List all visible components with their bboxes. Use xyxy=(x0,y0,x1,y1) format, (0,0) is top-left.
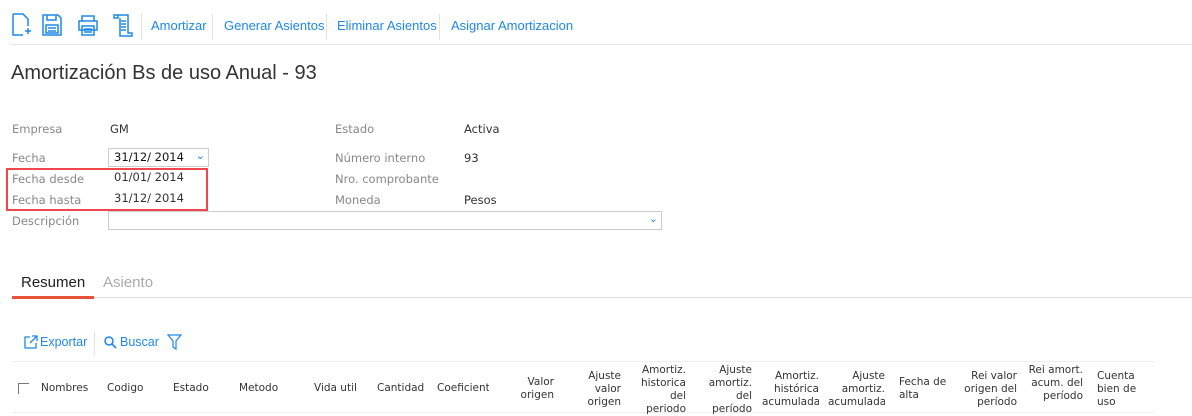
print-icon[interactable] xyxy=(77,13,99,37)
export-label: Exportar xyxy=(40,335,88,349)
asignar-amortizacion-button[interactable]: Asignar Amortizacion xyxy=(451,18,573,33)
amortizar-button[interactable]: Amortizar xyxy=(151,18,207,33)
fecha-hasta-label: Fecha hasta xyxy=(12,193,82,207)
fecha-value: 31/12/ 2014 xyxy=(114,150,184,164)
fecha-desde-label: Fecha desde xyxy=(12,172,85,186)
empresa-label: Empresa xyxy=(12,122,63,136)
fecha-label: Fecha xyxy=(12,151,46,165)
search-button[interactable]: Buscar xyxy=(104,335,159,349)
tab-resumen[interactable]: Resumen xyxy=(21,274,85,291)
col-estado[interactable]: Estado xyxy=(173,382,209,395)
col-valor-origen[interactable]: Valor origen xyxy=(513,376,554,402)
estado-value: Activa xyxy=(464,122,500,136)
export-button[interactable]: Exportar xyxy=(24,335,87,349)
col-nombres[interactable]: Nombres xyxy=(41,382,88,395)
col-metodo[interactable]: Metodo xyxy=(239,382,278,395)
moneda-value: Pesos xyxy=(464,193,497,207)
col-vida-util[interactable]: Vida util xyxy=(314,382,357,395)
active-tab-indicator xyxy=(12,296,94,299)
scroll-icon[interactable] xyxy=(112,13,134,37)
search-icon xyxy=(104,335,117,349)
page-title: Amortización Bs de uso Anual - 93 xyxy=(11,62,317,84)
numero-interno-label: Número interno xyxy=(335,151,426,165)
col-amortiz-historica-periodo[interactable]: Amortiz. historica del periodo xyxy=(640,364,686,416)
filter-icon[interactable] xyxy=(167,334,182,350)
descripcion-label: Descripción xyxy=(12,214,80,228)
col-codigo[interactable]: Codigo xyxy=(107,382,143,395)
col-fecha-alta[interactable]: Fecha de alta xyxy=(899,376,949,402)
col-cantidad[interactable]: Cantidad xyxy=(377,382,424,395)
numero-interno-value: 93 xyxy=(464,151,479,165)
empresa-value: GM xyxy=(110,122,129,136)
generar-asientos-button[interactable]: Generar Asientos xyxy=(224,18,324,33)
col-coeficiente[interactable]: Coeficiente xyxy=(437,382,489,395)
eliminar-asientos-button[interactable]: Eliminar Asientos xyxy=(337,18,437,33)
fecha-date-input[interactable]: 31/12/ 2014 ⌄ xyxy=(108,148,209,167)
descripcion-select[interactable]: ⌄ xyxy=(108,211,662,230)
col-amortiz-historica-acumulada[interactable]: Amortiz. histórica acumulada xyxy=(762,370,819,409)
tabs-divider xyxy=(12,297,1192,298)
fecha-hasta-value: 31/12/ 2014 xyxy=(114,191,184,205)
search-label: Buscar xyxy=(120,335,159,349)
tab-asiento[interactable]: Asiento xyxy=(103,274,153,291)
fecha-desde-value: 01/01/ 2014 xyxy=(114,170,184,184)
select-all-checkbox[interactable] xyxy=(18,383,29,394)
col-cuenta-bien-uso[interactable]: Cuenta bien de uso xyxy=(1097,370,1145,409)
chevron-down-icon[interactable]: ⌄ xyxy=(649,212,658,225)
estado-label: Estado xyxy=(335,122,375,136)
col-ajuste-valor-origen[interactable]: Ajuste valor origen xyxy=(580,370,621,409)
external-link-icon xyxy=(24,335,38,349)
col-rei-amort-acum[interactable]: Rei amort. acum. del período xyxy=(1024,364,1083,403)
nro-comprobante-label: Nro. comprobante xyxy=(335,172,439,186)
col-ajuste-amortiz-acumulada[interactable]: Ajuste amortiz. acumulada xyxy=(828,370,885,409)
toolbar-divider xyxy=(10,44,1192,45)
new-document-icon[interactable] xyxy=(11,13,33,37)
col-rei-valor-origen[interactable]: Rei valor origen del período xyxy=(955,370,1017,409)
chevron-down-icon[interactable]: ⌄ xyxy=(196,149,205,162)
moneda-label: Moneda xyxy=(335,193,381,207)
col-ajuste-amortiz-periodo[interactable]: Ajuste amortiz. del período xyxy=(704,364,752,416)
save-icon[interactable] xyxy=(41,13,63,37)
